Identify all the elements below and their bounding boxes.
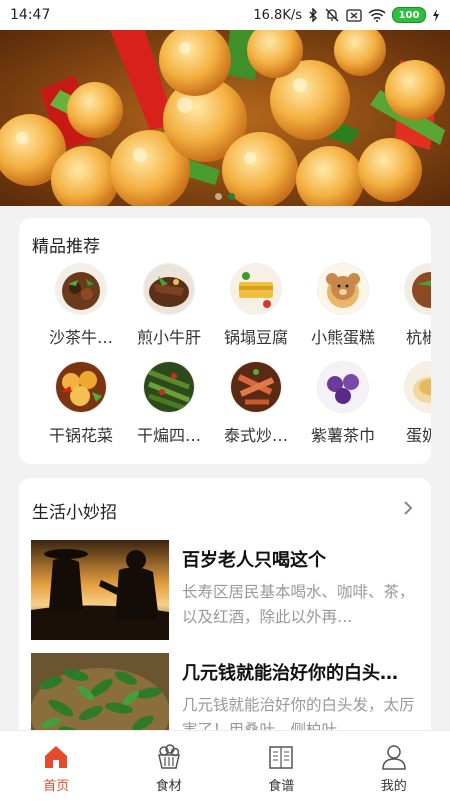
featured-row: 干锅花菜 干煸四… 泰式炒… 紫薯茶巾 [19,362,431,460]
dish-image [56,264,106,314]
status-time: 14:47 [10,7,50,23]
bottom-nav: 首页 食材 食谱 我的 [0,730,450,801]
dish-item[interactable]: 沙茶牛… [37,264,125,348]
carousel-dot[interactable] [215,193,222,200]
dish-image [405,362,431,412]
dish-image [318,264,368,314]
dish-image [231,264,281,314]
banner-carousel[interactable] [0,30,450,206]
dish-item[interactable]: 杭椒… [386,264,431,348]
net-speed: 16.8K/s [253,8,302,23]
sim-off-icon [346,9,362,22]
dish-item[interactable]: 干锅花菜 [37,362,125,446]
nav-item-home[interactable]: 首页 [0,731,113,801]
dish-item[interactable]: 锅塌豆腐 [212,264,300,348]
carousel-dots [0,193,450,200]
article-image [31,540,169,640]
dish-label: 干锅花菜 [40,422,122,446]
dish-image [144,362,194,412]
dish-item[interactable]: 紫薯茶巾 [299,362,387,446]
dish-item[interactable]: 小熊蛋糕 [299,264,387,348]
dish-image [405,264,431,314]
dish-image [144,264,194,314]
nav-label: 首页 [43,775,69,794]
dish-image [231,362,281,412]
dish-label: 煎小牛肝 [128,324,210,348]
dish-item[interactable]: 泰式炒… [212,362,300,446]
nav-item-profile[interactable]: 我的 [338,731,450,801]
tips-title: 生活小妙招 [32,498,117,523]
user-icon [380,743,408,771]
nav-label: 食谱 [268,775,294,794]
banner-image [0,30,450,206]
mute-bell-icon [324,8,340,22]
featured-card: 精品推荐 沙茶牛… 煎小牛肝 锅塌豆腐 [19,218,431,464]
dish-label: 沙茶牛… [40,324,122,348]
status-icons: 16.8K/s 100 [253,7,440,23]
nav-label: 食材 [156,775,182,794]
dish-item[interactable]: 煎小牛肝 [125,264,213,348]
dish-label: 紫薯茶巾 [302,422,384,446]
article-title: 百岁老人只喝这个 [182,546,419,572]
dish-item[interactable]: 干煸四… [125,362,213,446]
featured-grid: 沙茶牛… 煎小牛肝 锅塌豆腐 小熊蛋糕 [19,264,431,460]
nav-item-recipes[interactable]: 食谱 [225,731,338,801]
charging-icon [432,9,440,22]
article-title: 几元钱就能治好你的白头… [182,659,419,685]
nav-label: 我的 [381,775,407,794]
dish-label: 干煸四… [128,422,210,446]
featured-row: 沙茶牛… 煎小牛肝 锅塌豆腐 小熊蛋糕 [19,264,431,362]
dish-label: 蛋奶… [389,422,431,446]
dish-label: 小熊蛋糕 [302,324,384,348]
dish-label: 杭椒… [389,324,431,348]
dish-label: 锅塌豆腐 [215,324,297,348]
home-icon [42,743,70,771]
battery-indicator: 100 [392,7,426,23]
wifi-icon [368,9,386,22]
dish-image [318,362,368,412]
dish-item[interactable]: 蛋奶… [386,362,431,446]
nav-item-ingredients[interactable]: 食材 [113,731,226,801]
article-desc: 长寿区居民基本喝水、咖啡、茶，以及红酒，除此以外再… [182,580,419,630]
chevron-right-icon[interactable] [401,498,415,518]
basket-icon [155,743,183,771]
dish-label: 泰式炒… [215,422,297,446]
bluetooth-icon [308,8,318,22]
recipe-book-icon [267,743,295,771]
dish-image [56,362,106,412]
carousel-dot-active[interactable] [228,193,235,200]
status-bar: 14:47 16.8K/s 100 [0,0,450,30]
featured-title: 精品推荐 [32,232,100,257]
